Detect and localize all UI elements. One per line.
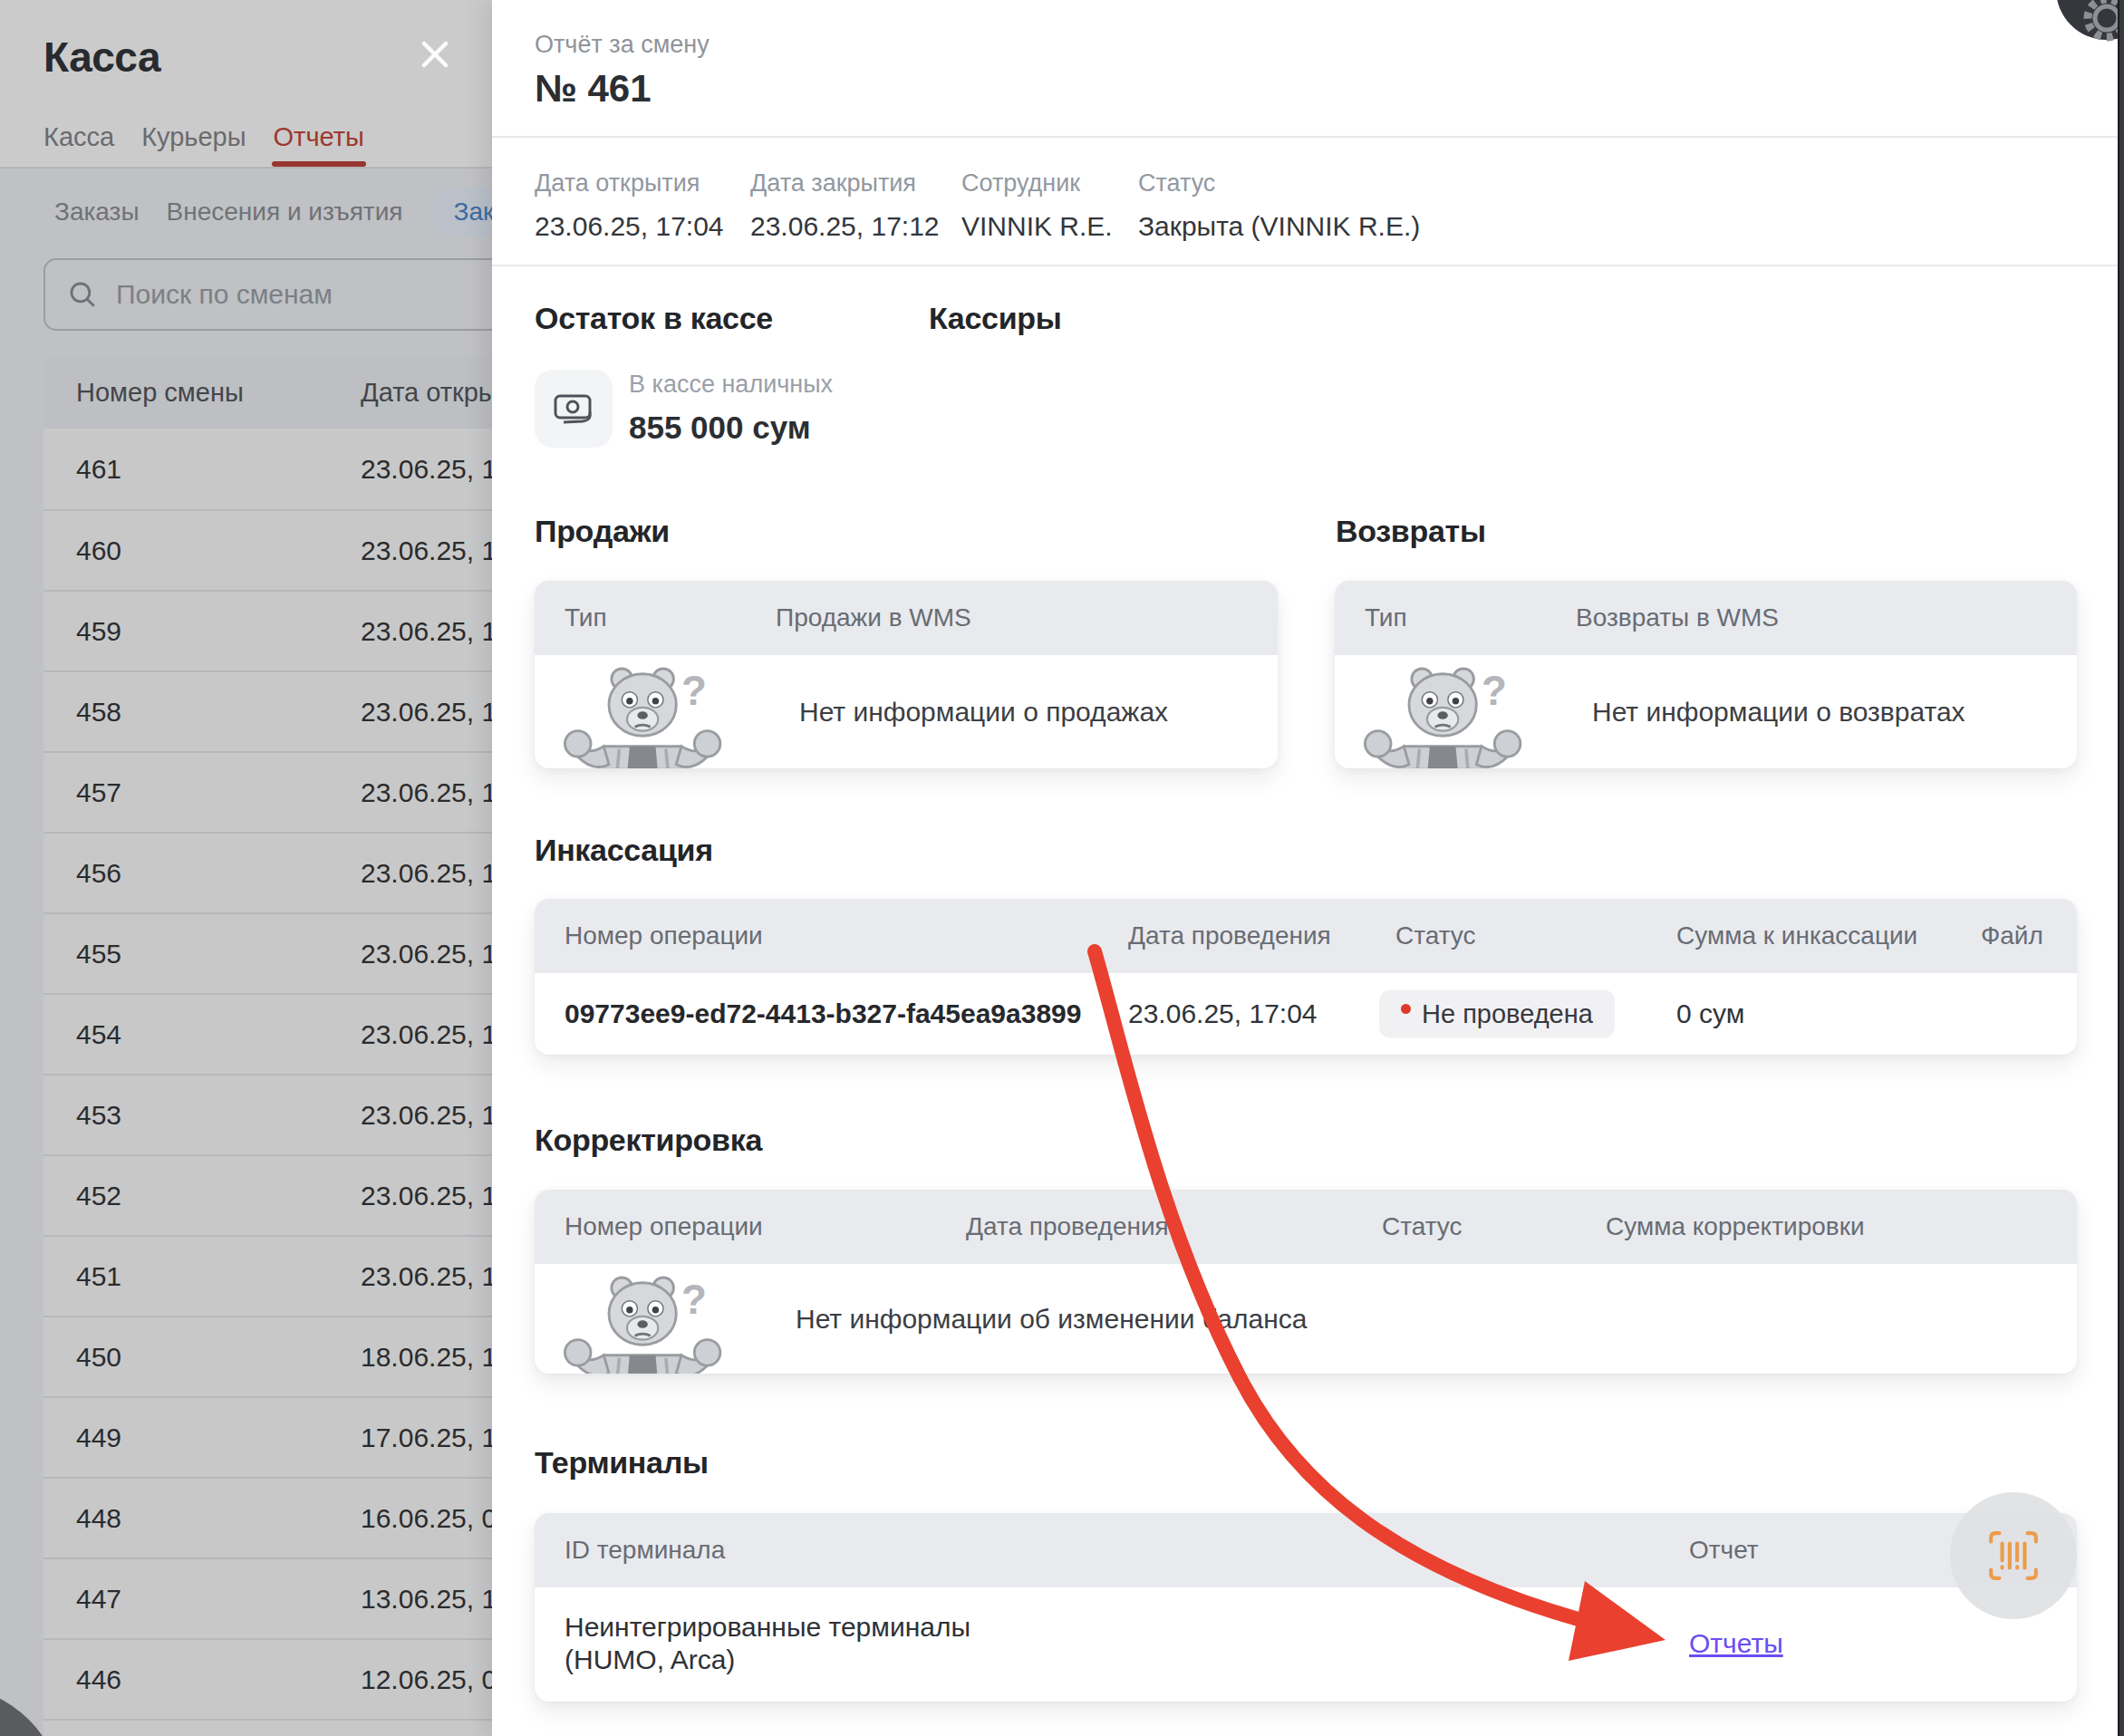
banknote-icon: [551, 386, 596, 431]
operation-date: 23.06.25, 17:04: [1128, 998, 1318, 1029]
reports-link[interactable]: Отчеты: [1689, 1628, 1783, 1659]
meta-label: Дата открытия: [535, 169, 700, 198]
cash-label: В кассе наличных: [629, 371, 833, 399]
close-icon[interactable]: [413, 33, 457, 76]
barcode-icon: [1987, 1529, 2040, 1582]
collection-table: Номер операции Дата проведения Статус Су…: [535, 899, 2077, 1055]
report-label: Отчёт за смену: [535, 31, 710, 59]
modal-backdrop[interactable]: [0, 0, 492, 1736]
sales-empty-text: Нет информации о продажах: [799, 697, 1168, 728]
terminal-row: Неинтегрированные терминалы (HUMO, Arca)…: [535, 1587, 2077, 1702]
returns-empty-row: ? K Нет информации о возвратах: [1335, 655, 2077, 768]
sales-empty-row: ? K Нет информации о продажах: [535, 655, 1278, 768]
sales-table: Тип Продажи в WMS ?: [535, 581, 1278, 768]
adjustment-title: Корректировка: [535, 1123, 762, 1158]
adjustment-table: Номер операции Дата проведения Статус Су…: [535, 1190, 2077, 1374]
terminal-name-2: (HUMO, Arca): [565, 1644, 735, 1675]
terminal-name: Неинтегрированные терминалы: [565, 1612, 970, 1643]
sales-table-header: Тип Продажи в WMS: [535, 581, 1278, 655]
meta-label: Сотрудник: [961, 169, 1080, 198]
adjustment-empty-text: Нет информации об изменении баланса: [796, 1304, 1307, 1335]
adjustment-empty-row: ? K Нет информации об изменении баланса: [535, 1264, 2077, 1374]
status-dot: [1401, 1004, 1411, 1014]
collection-amount: 0 сум: [1676, 998, 1744, 1029]
bear-mascot: ? K: [555, 1269, 736, 1374]
svg-text:?: ?: [1482, 668, 1507, 714]
meta-label: Статус: [1138, 169, 1215, 198]
meta-value: 23.06.25, 17:04: [535, 211, 724, 242]
operation-id: 09773ee9-ed72-4413-b327-fa45ea9a3899: [565, 998, 1081, 1029]
adjustment-table-header: Номер операции Дата проведения Статус Су…: [535, 1190, 2077, 1264]
meta-value: Закрыта (VINNIK R.E.): [1138, 211, 1420, 242]
bear-mascot: ? K: [1355, 661, 1536, 768]
app-root: Касса КассаКурьерыОтчеты ЗаказыВнесения …: [0, 0, 2124, 1736]
balance-title: Остаток в кассе: [535, 301, 773, 336]
meta-value: 23.06.25, 17:12: [750, 211, 940, 242]
terminals-table: ID терминала Отчет Неинтегрированные тер…: [535, 1513, 2077, 1702]
sales-title: Продажи: [535, 514, 670, 549]
cashiers-title: Кассиры: [929, 301, 1062, 336]
bear-mascot: ? K: [555, 661, 736, 768]
right-edge-panel: [2118, 0, 2124, 1736]
collection-table-header: Номер операции Дата проведения Статус Су…: [535, 899, 2077, 973]
meta-label: Дата закрытия: [750, 169, 916, 198]
terminals-title: Терминалы: [535, 1445, 709, 1480]
status-badge: Не проведена: [1379, 990, 1615, 1038]
collection-row: 09773ee9-ed72-4413-b327-fa45ea9a3899 23.…: [535, 973, 2077, 1055]
report-number: № 461: [535, 67, 652, 111]
meta-value: VINNIK R.E.: [961, 211, 1113, 242]
returns-table-header: Тип Возвраты в WMS: [1335, 581, 2077, 655]
barcode-scanner-button[interactable]: [1950, 1492, 2077, 1619]
divider: [492, 136, 2124, 138]
svg-text:?: ?: [681, 668, 707, 714]
shift-report-panel: Отчёт за смену № 461 Дата открытия Дата …: [492, 0, 2124, 1736]
collection-title: Инкассация: [535, 833, 713, 868]
cash-value: 855 000 сум: [629, 410, 811, 446]
terminals-table-header: ID терминала Отчет: [535, 1513, 2077, 1587]
svg-text:?: ?: [681, 1277, 707, 1323]
returns-empty-text: Нет информации о возвратах: [1592, 697, 1965, 728]
divider: [492, 265, 2124, 266]
cash-tile: [535, 370, 613, 448]
returns-title: Возвраты: [1336, 514, 1486, 549]
returns-table: Тип Возвраты в WMS ?: [1335, 581, 2077, 768]
